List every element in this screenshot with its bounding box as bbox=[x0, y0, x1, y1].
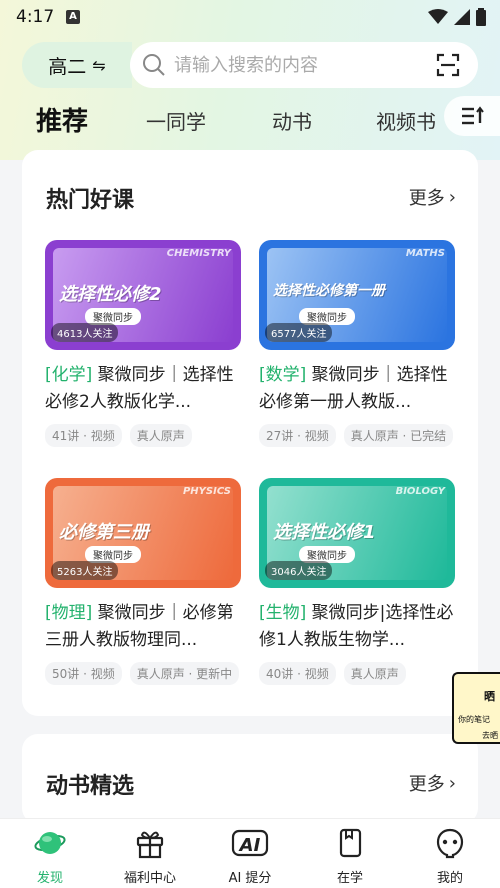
course-item[interactable]: BIOLOGY 选择性必修1 聚微同步 3046人关注 [生物] 聚微同步|选择… bbox=[259, 478, 455, 685]
voice-chip: 真人原声 · 更新中 bbox=[129, 662, 240, 685]
followers-badge: 5263人关注 bbox=[51, 561, 119, 580]
status-time: 4:17 bbox=[16, 7, 55, 27]
nav-label: AI 提分 bbox=[228, 871, 272, 886]
hot-courses-card: 热门好课 更多 › CHEMISTRY 选择性必修2 聚微同步 4613人关注 … bbox=[22, 150, 478, 716]
cover-subject-en: MATHS bbox=[405, 248, 445, 259]
subject-tag: [数学] bbox=[259, 365, 307, 385]
svg-text:AI: AI bbox=[238, 835, 261, 856]
lesson-count-chip: 27讲 · 视频 bbox=[259, 424, 336, 447]
nav-ai[interactable]: AI AI 提分 bbox=[200, 827, 300, 886]
voice-chip: 真人原声 · 已完结 bbox=[343, 424, 454, 447]
followers-badge: 3046人关注 bbox=[265, 561, 333, 580]
cover-subject-en: PHYSICS bbox=[182, 486, 231, 497]
followers-badge: 4613人关注 bbox=[51, 323, 119, 342]
hot-courses-title: 热门好课 bbox=[46, 188, 135, 213]
cover-title: 选择性必修1 bbox=[273, 522, 376, 543]
search-input[interactable] bbox=[174, 54, 414, 76]
cover-subject-en: CHEMISTRY bbox=[166, 248, 231, 259]
chevron-right-icon: › bbox=[448, 186, 456, 208]
wifi-icon bbox=[428, 9, 448, 24]
course-chips: 50讲 · 视频 真人原声 · 更新中 bbox=[45, 662, 241, 685]
discover-planet-icon bbox=[34, 832, 66, 854]
lesson-count-chip: 41讲 · 视频 bbox=[45, 424, 122, 447]
cover-title: 选择性必修2 bbox=[59, 284, 162, 305]
menu-list-icon bbox=[462, 106, 484, 125]
course-title: [生物] 聚微同步|选择性必修1人教版生物学... bbox=[259, 600, 455, 654]
followers-badge: 6577人关注 bbox=[265, 323, 333, 342]
swap-icon: ⇋ bbox=[92, 55, 106, 75]
tab-menu-button[interactable] bbox=[444, 96, 500, 136]
search-box[interactable] bbox=[130, 42, 478, 88]
notification-a-icon: A bbox=[66, 10, 80, 24]
gift-icon bbox=[136, 831, 164, 859]
tab-classmates[interactable]: 一同学 bbox=[146, 106, 206, 135]
course-cover: CHEMISTRY 选择性必修2 聚微同步 4613人关注 bbox=[45, 240, 241, 350]
signal-icon bbox=[454, 9, 470, 25]
course-item[interactable]: PHYSICS 必修第三册 聚微同步 5263人关注 [物理] 聚微同步｜必修第… bbox=[45, 478, 241, 685]
subject-tag: [生物] bbox=[259, 603, 307, 623]
dongshu-title: 动书精选 bbox=[46, 774, 135, 799]
float-title: 晒 bbox=[484, 690, 495, 703]
course-title: [数学] 聚微同步｜选择性必修第一册人教版... bbox=[259, 362, 455, 416]
subject-tag: [化学] bbox=[45, 365, 93, 385]
subject-tag: [物理] bbox=[45, 603, 93, 623]
nav-discover[interactable]: 发现 bbox=[0, 827, 100, 886]
course-title: [化学] 聚微同步｜选择性必修2人教版化学... bbox=[45, 362, 241, 416]
tab-recommend[interactable]: 推荐 bbox=[36, 101, 88, 138]
profile-face-icon bbox=[436, 828, 464, 859]
dongshu-more-button[interactable]: 更多 › bbox=[409, 770, 456, 796]
share-notes-float[interactable]: 晒 你的笔记 去晒 bbox=[452, 672, 500, 744]
more-label: 更多 bbox=[408, 188, 445, 209]
search-row: 高二 ⇋ bbox=[22, 42, 478, 88]
cover-subject-en: BIOLOGY bbox=[395, 486, 445, 497]
cover-title: 必修第三册 bbox=[59, 522, 149, 543]
cover-title: 选择性必修第一册 bbox=[273, 283, 385, 299]
status-icons bbox=[428, 8, 486, 26]
dongshu-card: 动书精选 更多 › bbox=[22, 734, 478, 824]
nav-label: 我的 bbox=[436, 871, 463, 886]
tab-dongshu[interactable]: 动书 bbox=[272, 106, 312, 135]
nav-label: 在学 bbox=[336, 871, 363, 886]
status-bar: 4:17 A bbox=[0, 0, 500, 36]
more-label: 更多 bbox=[408, 774, 445, 795]
course-cover: PHYSICS 必修第三册 聚微同步 5263人关注 bbox=[45, 478, 241, 588]
lesson-count-chip: 50讲 · 视频 bbox=[45, 662, 122, 685]
nav-mine[interactable]: 我的 bbox=[400, 827, 500, 886]
float-subtitle: 你的笔记 bbox=[458, 715, 490, 724]
course-item[interactable]: CHEMISTRY 选择性必修2 聚微同步 4613人关注 [化学] 聚微同步｜… bbox=[45, 240, 241, 447]
bottom-nav: 发现 福利中心 AI AI 提分 在学 我的 bbox=[0, 818, 500, 888]
voice-chip: 真人原声 bbox=[343, 662, 406, 685]
tab-videobook[interactable]: 视频书 bbox=[376, 106, 436, 135]
course-chips: 40讲 · 视频 真人原声 bbox=[259, 662, 455, 685]
voice-chip: 真人原声 bbox=[129, 424, 192, 447]
grade-label: 高二 bbox=[48, 55, 87, 78]
lesson-count-chip: 40讲 · 视频 bbox=[259, 662, 336, 685]
grade-selector[interactable]: 高二 ⇋ bbox=[22, 42, 132, 88]
nav-label: 发现 bbox=[36, 871, 63, 886]
book-icon bbox=[339, 828, 362, 858]
float-action: 去晒 bbox=[482, 731, 498, 740]
course-chips: 41讲 · 视频 真人原声 bbox=[45, 424, 241, 447]
course-item[interactable]: MATHS 选择性必修第一册 聚微同步 6577人关注 [数学] 聚微同步｜选择… bbox=[259, 240, 455, 447]
scan-icon[interactable] bbox=[436, 53, 460, 77]
nav-learning[interactable]: 在学 bbox=[300, 827, 400, 886]
battery-icon bbox=[476, 8, 486, 26]
course-cover: BIOLOGY 选择性必修1 聚微同步 3046人关注 bbox=[259, 478, 455, 588]
nav-welfare[interactable]: 福利中心 bbox=[100, 827, 200, 886]
nav-label: 福利中心 bbox=[123, 871, 176, 886]
course-chips: 27讲 · 视频 真人原声 · 已完结 bbox=[259, 424, 455, 447]
hot-courses-more-button[interactable]: 更多 › bbox=[409, 184, 456, 210]
course-cover: MATHS 选择性必修第一册 聚微同步 6577人关注 bbox=[259, 240, 455, 350]
chevron-right-icon: › bbox=[448, 772, 456, 794]
ai-icon: AI bbox=[231, 829, 269, 857]
search-icon bbox=[143, 54, 165, 76]
category-tabs: 推荐 一同学 动书 视频书 bbox=[0, 96, 500, 144]
course-title: [物理] 聚微同步｜必修第三册人教版物理同... bbox=[45, 600, 241, 654]
